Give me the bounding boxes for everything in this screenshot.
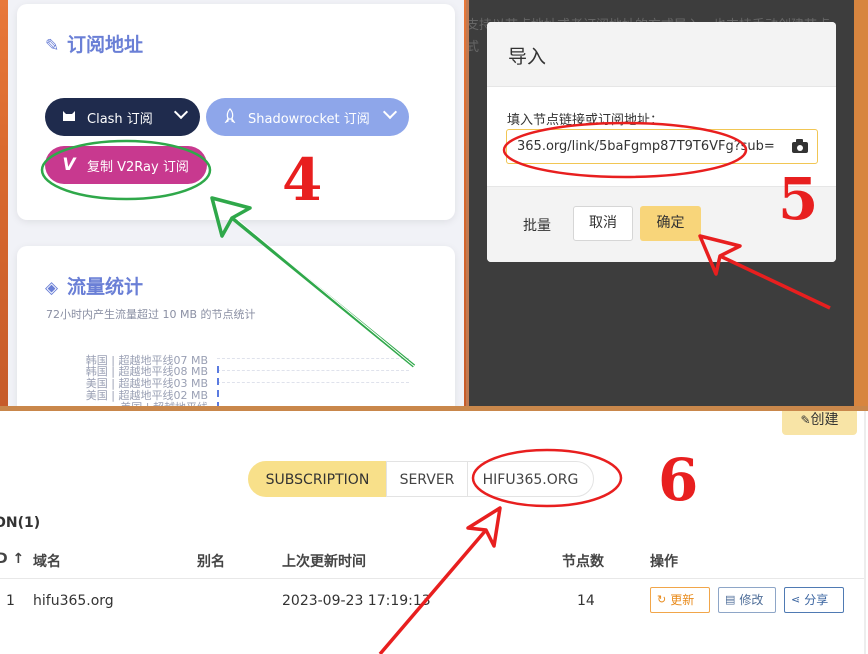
dialog-title: 导入 — [508, 46, 547, 68]
magic-wand-icon: ✎ — [45, 36, 60, 56]
share-button[interactable]: ⋖ 分享 — [784, 587, 844, 613]
step-number-label: 6 — [658, 446, 699, 514]
cat-icon — [59, 108, 79, 126]
step-number-label: 4 — [282, 146, 323, 214]
column-header-nodes: 节点数 — [562, 554, 604, 570]
paint-bucket-icon: ◈ — [45, 278, 59, 298]
batch-button[interactable]: 批量 — [523, 215, 551, 235]
row-id: 1 — [6, 593, 15, 609]
chevron-down-icon — [173, 104, 189, 120]
create-button[interactable]: ✎创建 — [782, 411, 857, 435]
edit-square-icon: ✎ — [800, 413, 811, 427]
tab-subscription[interactable]: SUBSCRIPTION — [248, 461, 387, 497]
column-header-alias: 别名 — [197, 554, 225, 570]
traffic-bar — [217, 366, 219, 373]
column-header-domain: 域名 — [33, 554, 61, 570]
copy-v2ray-subscribe-label: 复制 V2Ray 订阅 — [87, 159, 189, 175]
rocket-icon — [220, 107, 240, 127]
panel-edge — [854, 0, 868, 410]
table-title: ON(1) — [0, 515, 41, 531]
panel-edge — [466, 0, 469, 410]
row-node-count: 14 — [577, 593, 595, 609]
subscription-panel-screenshot: ✎ 订阅地址 Clash 订阅 Shadowrocket 订阅 V 复制 V2R… — [0, 0, 466, 410]
shadowrocket-subscribe-button[interactable]: Shadowrocket 订阅 — [206, 98, 409, 136]
row-updated-time: 2023-09-23 17:19:13 — [282, 593, 431, 609]
copy-v2ray-subscribe-button[interactable]: V 复制 V2Ray 订阅 — [45, 146, 207, 184]
chart-gridline — [217, 382, 409, 383]
confirm-button[interactable]: 确定 — [640, 206, 701, 241]
tab-hifu365[interactable]: HIFU365.ORG — [467, 461, 594, 497]
subscription-card: ✎ 订阅地址 Clash 订阅 Shadowrocket 订阅 V 复制 V2R… — [17, 4, 455, 220]
edit-icon: ▤ — [725, 593, 736, 606]
divider — [0, 578, 865, 579]
traffic-description: 72小时内产生流量超过 10 MB 的节点统计 — [46, 308, 256, 321]
clash-subscribe-button[interactable]: Clash 订阅 — [45, 98, 200, 136]
traffic-card-title: ◈ 流量统计 — [45, 276, 144, 298]
row-domain: hifu365.org — [33, 593, 114, 609]
edit-button[interactable]: ▤ 修改 — [718, 587, 776, 613]
import-url-value: 365.org/link/5baFgmp87T9T6VFg?sub= — [517, 139, 775, 154]
dialog-header: 导入 — [487, 22, 836, 87]
import-url-input[interactable]: 365.org/link/5baFgmp87T9T6VFg?sub= — [506, 129, 818, 164]
clash-subscribe-label: Clash 订阅 — [87, 111, 153, 127]
traffic-row-label: 美国 | 超越地平线02 MB — [85, 389, 208, 402]
traffic-bar — [217, 390, 219, 397]
subscription-card-title: ✎ 订阅地址 — [45, 34, 144, 56]
import-field-label: 填入节点链接或订阅地址： — [507, 113, 664, 128]
traffic-row-label: 韩国 | 超越地平线08 MB — [85, 365, 208, 378]
refresh-icon: ↻ — [657, 593, 667, 606]
cancel-button[interactable]: 取消 — [573, 206, 633, 241]
column-header-id[interactable]: D ↑ — [0, 551, 24, 567]
traffic-bar — [217, 378, 219, 385]
shadowrocket-subscribe-label: Shadowrocket 订阅 — [248, 111, 370, 127]
chart-gridline — [217, 370, 409, 371]
panel-background: ✎ 订阅地址 Clash 订阅 Shadowrocket 订阅 V 复制 V2R… — [8, 0, 464, 410]
camera-icon[interactable] — [792, 139, 808, 153]
update-button[interactable]: ↻ 更新 — [650, 587, 710, 613]
tab-server[interactable]: SERVER — [386, 461, 468, 497]
step-number-label: 5 — [778, 165, 819, 233]
v2ray-logo-icon: V — [62, 155, 76, 175]
share-icon: ⋖ — [791, 593, 801, 606]
traffic-row-label: 美国 | 超越地平线03 MB — [85, 377, 208, 390]
chart-gridline — [217, 358, 409, 359]
column-header-updated: 上次更新时间 — [282, 554, 366, 570]
subscription-list-screenshot: ✎创建 SUBSCRIPTION SERVER HIFU365.ORG ON(1… — [0, 411, 868, 654]
chevron-down-icon — [382, 104, 398, 120]
table-border — [864, 411, 866, 654]
column-header-actions: 操作 — [650, 554, 678, 570]
